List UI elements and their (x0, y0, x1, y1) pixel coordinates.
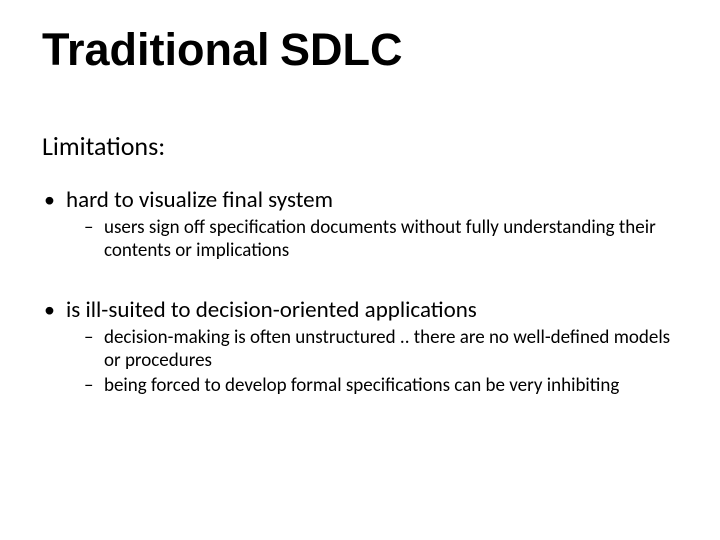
bullet-list: hard to visualize final system users sig… (42, 186, 678, 262)
list-item: hard to visualize final system users sig… (42, 186, 678, 262)
bullet-list: is ill-suited to decision-oriented appli… (42, 296, 678, 397)
slide-title: Traditional SDLC (42, 24, 403, 76)
sub-list-item-text: decision-making is often unstructured ..… (104, 326, 670, 372)
list-item-text: is ill-suited to decision-oriented appli… (66, 296, 477, 324)
sub-list-item: decision-making is often unstructured ..… (66, 327, 678, 373)
sub-list-item: users sign off specification documents w… (66, 217, 678, 263)
list-item: is ill-suited to decision-oriented appli… (42, 296, 678, 397)
sub-list-item-text: being forced to develop formal specifica… (104, 374, 619, 397)
sub-list-item: being forced to develop formal specifica… (66, 375, 678, 398)
slide-subhead: Limitations: (42, 130, 165, 162)
slide: Traditional SDLC Limitations: hard to vi… (0, 0, 720, 540)
slide-body: hard to visualize final system users sig… (42, 186, 678, 415)
sub-list: users sign off specification documents w… (66, 217, 678, 263)
sub-list: decision-making is often unstructured ..… (66, 327, 678, 397)
spacer (42, 280, 678, 296)
sub-list-item-text: users sign off specification documents w… (104, 216, 656, 262)
list-item-text: hard to visualize final system (66, 186, 333, 214)
